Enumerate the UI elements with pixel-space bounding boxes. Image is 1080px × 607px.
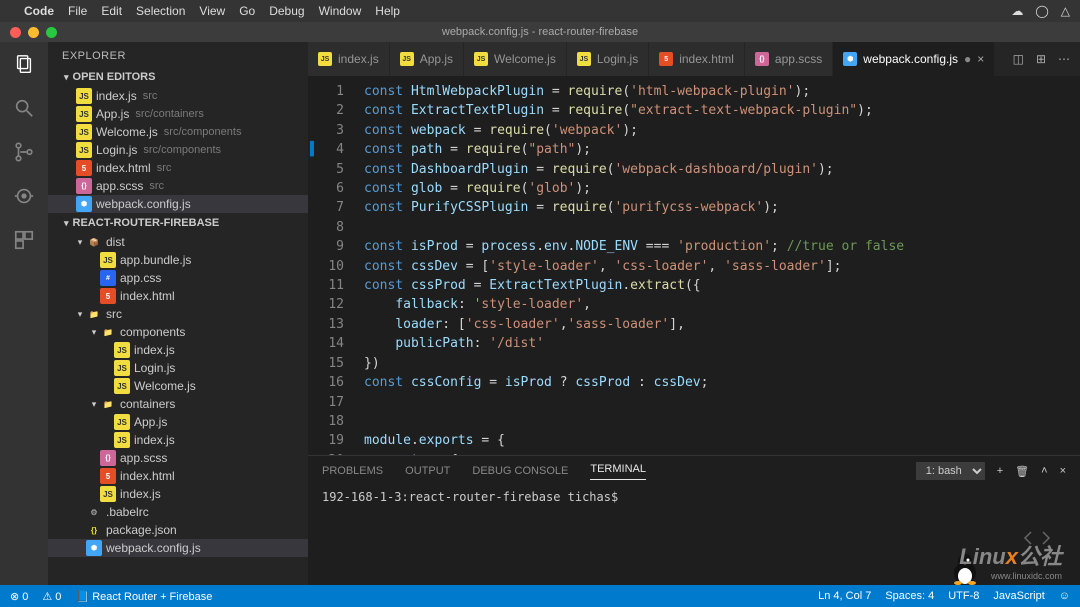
status-language[interactable]: JavaScript xyxy=(993,590,1044,602)
file-item[interactable]: 5index.html xyxy=(48,467,308,485)
maximize-panel-icon[interactable]: ˄ xyxy=(1041,465,1047,477)
debug-icon[interactable] xyxy=(12,184,36,208)
window-title: webpack.config.js - react-router-firebas… xyxy=(0,26,1080,38)
open-editor-item[interactable]: JSindex.jssrc xyxy=(48,87,308,105)
folder-item[interactable]: ▾📁src xyxy=(48,305,308,323)
editor-tab[interactable]: JSindex.js xyxy=(308,42,390,76)
status-errors[interactable]: ⊗ 0 xyxy=(10,590,28,603)
panel-tab[interactable]: PROBLEMS xyxy=(322,465,383,477)
window-titlebar: webpack.config.js - react-router-firebas… xyxy=(0,22,1080,42)
tux-decoration xyxy=(950,551,980,585)
menubar-icon-1[interactable]: ☁ xyxy=(1011,4,1023,18)
explorer-icon[interactable] xyxy=(12,52,36,76)
minimap[interactable] xyxy=(1062,76,1080,455)
sidebar-explorer: EXPLORER OPEN EDITORS JSindex.jssrcJSApp… xyxy=(48,42,308,585)
project-header[interactable]: REACT-ROUTER-FIREBASE xyxy=(48,214,308,232)
panel-tab[interactable]: DEBUG CONSOLE xyxy=(472,465,568,477)
menu-debug[interactable]: Debug xyxy=(269,4,304,18)
file-item[interactable]: ⚙.babelrc xyxy=(48,503,308,521)
terminal-select[interactable]: 1: bash xyxy=(916,462,985,480)
status-warnings[interactable]: ⚠ 0 xyxy=(42,590,61,603)
folder-item[interactable]: ▾📁containers xyxy=(48,395,308,413)
brackets-decoration xyxy=(1022,528,1052,551)
code-content[interactable]: const HtmlWebpackPlugin = require('html-… xyxy=(356,76,1062,455)
split-editor-icon[interactable]: ◫ xyxy=(1013,52,1024,66)
file-item[interactable]: {}package.json xyxy=(48,521,308,539)
macos-menubar: Code File Edit Selection View Go Debug W… xyxy=(0,0,1080,22)
status-branch[interactable]: 📘 React Router + Firebase xyxy=(75,590,212,603)
panel-tab[interactable]: OUTPUT xyxy=(405,465,450,477)
activity-bar xyxy=(0,42,48,585)
editor-tabs: JSindex.jsJSApp.jsJSWelcome.jsJSLogin.js… xyxy=(308,42,1080,76)
status-position[interactable]: Ln 4, Col 7 xyxy=(818,590,871,602)
window-maximize-button[interactable] xyxy=(46,27,57,38)
source-control-icon[interactable] xyxy=(12,140,36,164)
editor-tab[interactable]: ⬢webpack.config.js●× xyxy=(833,42,995,76)
editor-area: JSindex.jsJSApp.jsJSWelcome.jsJSLogin.js… xyxy=(308,42,1080,585)
close-tab-icon[interactable]: × xyxy=(977,52,984,66)
window-close-button[interactable] xyxy=(10,27,21,38)
more-actions-icon[interactable]: ⋯ xyxy=(1058,52,1070,66)
dirty-indicator-icon: ● xyxy=(964,52,971,66)
status-bar: ⊗ 0 ⚠ 0 📘 React Router + Firebase Ln 4, … xyxy=(0,585,1080,607)
menu-window[interactable]: Window xyxy=(319,4,362,18)
window-minimize-button[interactable] xyxy=(28,27,39,38)
status-encoding[interactable]: UTF-8 xyxy=(948,590,979,602)
open-editor-item[interactable]: JSLogin.jssrc/components xyxy=(48,141,308,159)
open-editor-item[interactable]: JSApp.jssrc/containers xyxy=(48,105,308,123)
menu-go[interactable]: Go xyxy=(239,4,255,18)
open-editor-item[interactable]: 5index.htmlsrc xyxy=(48,159,308,177)
file-item[interactable]: {}app.scss xyxy=(48,449,308,467)
menu-view[interactable]: View xyxy=(199,4,225,18)
new-terminal-icon[interactable]: + xyxy=(997,465,1003,477)
editor-tab[interactable]: JSApp.js xyxy=(390,42,464,76)
folder-item[interactable]: ▾📦dist xyxy=(48,233,308,251)
folder-item[interactable]: ▾📁components xyxy=(48,323,308,341)
open-editor-item[interactable]: {}app.scsssrc xyxy=(48,177,308,195)
editor-tab[interactable]: 5index.html xyxy=(649,42,745,76)
sidebar-title: EXPLORER xyxy=(48,42,308,68)
file-item[interactable]: JSindex.js xyxy=(48,485,308,503)
toggle-panel-icon[interactable]: ⊞ xyxy=(1036,52,1046,66)
file-item[interactable]: JSApp.js xyxy=(48,413,308,431)
file-item[interactable]: #app.css xyxy=(48,269,308,287)
file-item[interactable]: JSapp.bundle.js xyxy=(48,251,308,269)
close-panel-icon[interactable]: × xyxy=(1060,465,1066,477)
file-item[interactable]: JSindex.js xyxy=(48,431,308,449)
file-item[interactable]: 5index.html xyxy=(48,287,308,305)
editor-tab[interactable]: JSLogin.js xyxy=(567,42,649,76)
code-editor[interactable]: 1234▌567891011121314151617181920 const H… xyxy=(308,76,1080,455)
menu-edit[interactable]: Edit xyxy=(101,4,122,18)
menu-selection[interactable]: Selection xyxy=(136,4,185,18)
menubar-icon-3[interactable]: △ xyxy=(1061,4,1070,18)
extensions-icon[interactable] xyxy=(12,228,36,252)
open-editors-header[interactable]: OPEN EDITORS xyxy=(48,68,308,86)
menu-app[interactable]: Code xyxy=(24,4,54,18)
status-spaces[interactable]: Spaces: 4 xyxy=(885,590,934,602)
menubar-icon-2[interactable]: ◯ xyxy=(1035,4,1048,18)
file-item[interactable]: JSWelcome.js xyxy=(48,377,308,395)
menu-file[interactable]: File xyxy=(68,4,87,18)
editor-tab[interactable]: JSWelcome.js xyxy=(464,42,567,76)
kill-terminal-icon[interactable]: 🗑 xyxy=(1015,465,1029,478)
panel-tab[interactable]: TERMINAL xyxy=(590,463,646,480)
status-feedback-icon[interactable]: ☺ xyxy=(1059,590,1070,602)
editor-tab[interactable]: {}app.scss xyxy=(745,42,833,76)
open-editor-item[interactable]: ⬢webpack.config.js xyxy=(48,195,308,213)
open-editor-item[interactable]: JSWelcome.jssrc/components xyxy=(48,123,308,141)
file-item[interactable]: ⬢webpack.config.js xyxy=(48,539,308,557)
menu-help[interactable]: Help xyxy=(375,4,400,18)
file-item[interactable]: JSLogin.js xyxy=(48,359,308,377)
search-icon[interactable] xyxy=(12,96,36,120)
panel-tabs: PROBLEMS OUTPUT DEBUG CONSOLE TERMINAL 1: ba… xyxy=(308,456,1080,486)
file-item[interactable]: JSindex.js xyxy=(48,341,308,359)
line-gutter: 1234▌567891011121314151617181920 xyxy=(308,76,356,455)
